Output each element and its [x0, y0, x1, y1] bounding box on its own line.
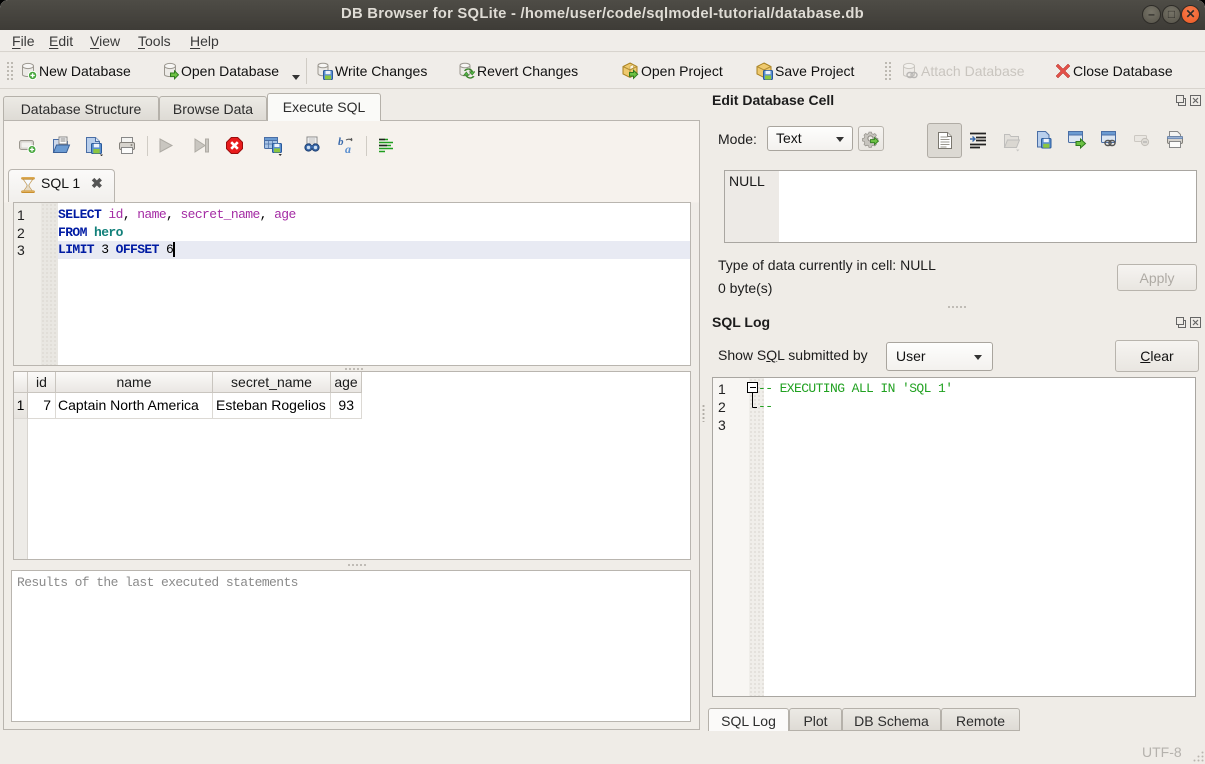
- svg-text:a: a: [345, 142, 351, 156]
- svg-text:b: b: [338, 136, 344, 148]
